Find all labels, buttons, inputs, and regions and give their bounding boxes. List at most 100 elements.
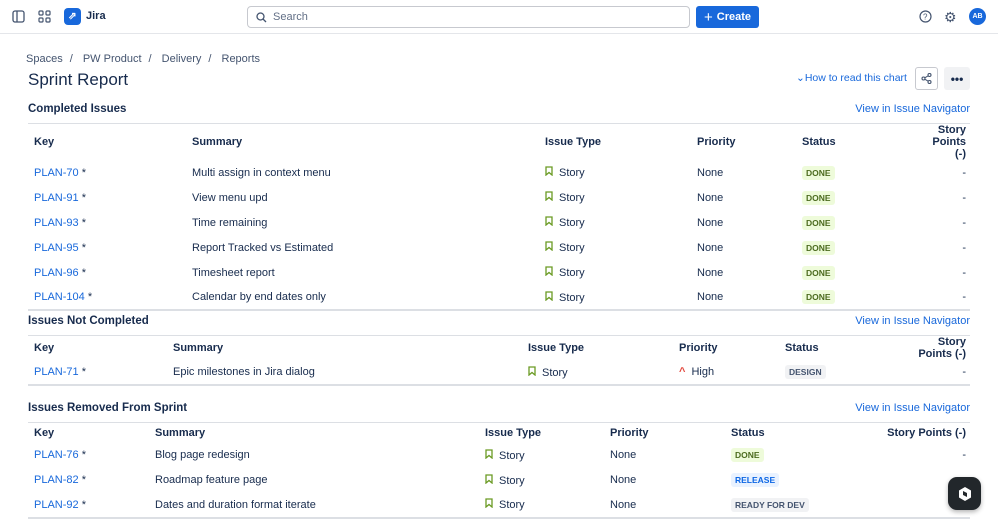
jira-logo-icon[interactable]: ⇗ <box>64 8 81 25</box>
issue-priority: None <box>610 449 637 461</box>
column-header[interactable]: Summary <box>186 124 539 161</box>
story-points: - <box>962 291 966 303</box>
story-bookmark-icon <box>545 241 553 254</box>
create-label: Create <box>716 11 751 23</box>
column-header[interactable]: Issue Type <box>522 336 673 361</box>
issue-key-link[interactable]: PLAN-82 <box>34 474 79 486</box>
issue-key-link[interactable]: PLAN-70 <box>34 167 79 179</box>
story-bookmark-icon <box>545 191 553 204</box>
issue-key-link[interactable]: PLAN-93 <box>34 217 79 229</box>
table-row: PLAN-104 * Calendar by end dates only St… <box>28 285 970 310</box>
asterisk-marker: * <box>81 366 86 378</box>
asterisk-marker: * <box>81 498 86 511</box>
issue-priority: High <box>691 366 715 378</box>
table-row: PLAN-96 * Timesheet report Story None DO… <box>28 260 970 285</box>
table-row: PLAN-70 * Multi assign in context menu S… <box>28 160 970 185</box>
column-header[interactable]: Status <box>725 423 875 443</box>
story-points: - <box>962 241 966 254</box>
status-badge: DONE <box>802 215 835 230</box>
column-header[interactable]: Story Points (-) <box>875 423 970 443</box>
breadcrumb-board[interactable]: Delivery <box>162 53 202 65</box>
issue-type: Story <box>559 242 585 254</box>
issue-summary: Calendar by end dates only <box>192 291 326 303</box>
story-bookmark-icon <box>545 266 553 279</box>
issue-key-link[interactable]: PLAN-95 <box>34 242 79 254</box>
issue-key-link[interactable]: PLAN-104 <box>34 291 85 303</box>
status-badge: DONE <box>731 448 764 462</box>
asterisk-marker: * <box>81 216 86 229</box>
section-title: Issues Removed From Sprint <box>28 402 188 414</box>
share-button[interactable] <box>915 67 938 90</box>
search-input[interactable]: Search <box>247 6 690 28</box>
sidebar-toggle-icon[interactable] <box>12 10 25 23</box>
breadcrumb-spaces[interactable]: Spaces <box>26 53 63 65</box>
asterisk-marker: * <box>81 266 86 279</box>
issue-type: Story <box>559 217 585 229</box>
story-bookmark-icon <box>485 448 493 462</box>
story-bookmark-icon <box>485 473 493 487</box>
breadcrumb-reports[interactable]: Reports <box>222 53 261 65</box>
more-actions-button[interactable]: ••• <box>944 67 970 90</box>
issue-type: Story <box>499 449 525 462</box>
column-header[interactable]: Issue Type <box>479 423 604 443</box>
column-header[interactable]: Priority <box>604 423 725 443</box>
issues-table: Key Summary Issue Type Priority Status Story … <box>28 335 970 386</box>
column-header[interactable]: Status <box>779 336 899 361</box>
app-switcher-icon[interactable] <box>38 10 51 23</box>
column-header[interactable]: Key <box>28 423 149 443</box>
column-header[interactable]: Story Points (-) <box>899 336 970 360</box>
table-row: PLAN-93 * Time remaining Story None DONE… <box>28 210 970 235</box>
column-header[interactable]: Priority <box>691 124 796 161</box>
issue-summary: View menu upd <box>192 191 268 204</box>
asterisk-marker: * <box>81 166 86 179</box>
column-header[interactable]: Issue Type <box>539 124 691 161</box>
help-icon[interactable]: ? <box>919 10 932 23</box>
view-in-issue-navigator-link[interactable]: View in Issue Navigator <box>855 315 970 327</box>
how-to-label: How to read this chart <box>804 72 907 84</box>
issues-table: Key Summary Issue Type Priority Status Story … <box>28 123 970 311</box>
asterisk-marker: * <box>87 291 93 303</box>
story-points: - <box>962 191 966 204</box>
story-points: - <box>962 366 966 378</box>
issue-key-link[interactable]: PLAN-71 <box>34 366 79 378</box>
status-badge: READY FOR DEV <box>731 497 809 512</box>
breadcrumb-project[interactable]: PW Product <box>83 53 142 65</box>
column-header[interactable]: Story Points (-) <box>916 124 970 160</box>
issue-key-link[interactable]: PLAN-76 <box>34 449 79 461</box>
column-header[interactable]: Status <box>796 124 916 161</box>
story-points: - <box>962 166 966 179</box>
column-header[interactable]: Summary <box>167 336 522 361</box>
issue-priority: None <box>697 241 724 254</box>
priority-high-icon: ^ <box>679 366 686 378</box>
column-header[interactable]: Key <box>28 336 167 361</box>
issue-priority: None <box>697 166 724 179</box>
issue-summary: Multi assign in context menu <box>192 166 331 179</box>
asterisk-marker: * <box>81 474 86 486</box>
column-header[interactable]: Key <box>28 124 186 161</box>
create-button[interactable]: + Create <box>696 6 759 28</box>
view-in-issue-navigator-link[interactable]: View in Issue Navigator <box>855 402 970 414</box>
assistant-fab-button[interactable] <box>948 477 981 510</box>
settings-gear-icon[interactable]: ⚙ <box>944 9 957 26</box>
app-name[interactable]: Jira <box>86 10 106 22</box>
section-issues-not-completed: Issues Not Completed View in Issue Navig… <box>28 315 970 386</box>
issue-summary: Report Tracked vs Estimated <box>192 241 334 254</box>
asterisk-marker: * <box>81 241 86 254</box>
column-header[interactable]: Priority <box>673 336 779 361</box>
svg-text:?: ? <box>923 13 928 22</box>
issue-key-link[interactable]: PLAN-92 <box>34 499 79 511</box>
view-in-issue-navigator-link[interactable]: View in Issue Navigator <box>855 103 970 115</box>
issues-table: Key Summary Issue Type Priority Status Story … <box>28 422 970 519</box>
section-title: Completed Issues <box>28 103 127 115</box>
column-header[interactable]: Summary <box>149 423 479 443</box>
issue-key-link[interactable]: PLAN-91 <box>34 192 79 204</box>
status-badge: DONE <box>802 265 835 280</box>
issue-key-link[interactable]: PLAN-96 <box>34 267 79 279</box>
avatar[interactable]: AB <box>969 8 986 25</box>
issue-priority: None <box>697 216 724 229</box>
status-badge: DESIGN <box>785 365 826 379</box>
status-badge: RELEASE <box>731 473 780 487</box>
issue-type: Story <box>499 499 525 511</box>
story-bookmark-icon <box>545 166 553 179</box>
how-to-read-link[interactable]: ⌄How to read this chart <box>796 72 907 84</box>
